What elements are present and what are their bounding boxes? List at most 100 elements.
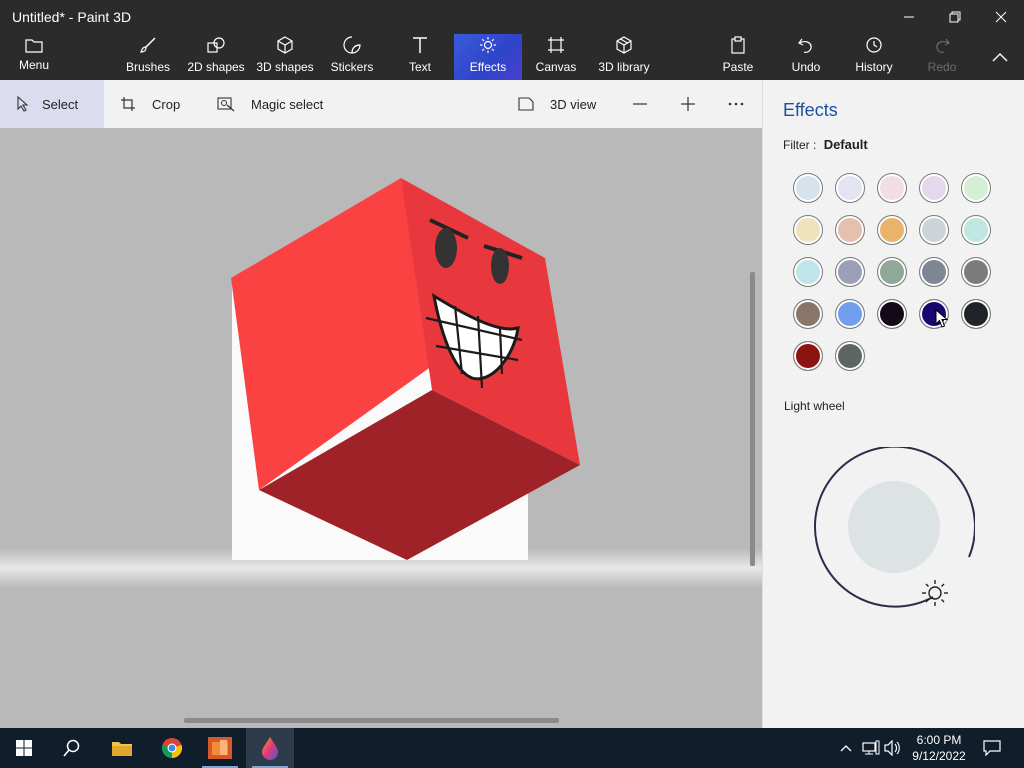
filter-swatch[interactable] xyxy=(919,215,949,245)
filter-label: Filter : xyxy=(783,138,817,152)
filter-swatch[interactable] xyxy=(919,257,949,287)
filter-swatch[interactable] xyxy=(793,173,823,203)
undo-icon xyxy=(797,34,815,56)
filter-swatch[interactable] xyxy=(919,173,949,203)
clock-time: 6:00 PM xyxy=(916,733,962,747)
filter-swatch[interactable] xyxy=(793,215,823,245)
cube-icon xyxy=(276,34,294,56)
crop-tool[interactable]: Crop xyxy=(120,80,180,128)
filter-swatch[interactable] xyxy=(835,257,865,287)
network-button[interactable] xyxy=(860,728,882,768)
search-button[interactable] xyxy=(48,728,96,768)
menu-button[interactable]: Menu xyxy=(10,34,58,80)
folder-icon xyxy=(25,34,43,56)
effects-button[interactable]: Effects xyxy=(454,34,522,80)
light-wheel[interactable] xyxy=(813,447,975,609)
filter-value: Default xyxy=(823,137,868,152)
text-label: Text xyxy=(408,60,431,74)
filter-swatch[interactable] xyxy=(835,215,865,245)
paint-3d-taskbar-button[interactable] xyxy=(246,728,294,768)
file-explorer-icon xyxy=(112,742,132,756)
vertical-scrollbar[interactable] xyxy=(750,272,755,566)
menu-label: Menu xyxy=(18,58,50,72)
select-tool[interactable]: Select xyxy=(0,80,104,128)
canvas-button[interactable]: Canvas xyxy=(534,34,578,80)
filter-swatch[interactable] xyxy=(961,257,991,287)
filter-swatch[interactable] xyxy=(793,341,823,371)
network-icon xyxy=(862,740,880,755)
stickers-button[interactable]: Stickers xyxy=(326,34,378,80)
text-icon xyxy=(412,34,428,56)
canvas-area[interactable] xyxy=(0,128,762,728)
zoom-out-button[interactable] xyxy=(630,80,650,128)
crop-icon xyxy=(120,96,136,112)
collapse-ribbon-button[interactable] xyxy=(986,34,1014,80)
3d-view-label: 3D view xyxy=(550,96,597,112)
chevron-up-icon xyxy=(992,53,1008,62)
2d-shapes-button[interactable]: 2D shapes xyxy=(186,34,246,80)
filter-swatch[interactable] xyxy=(961,299,991,329)
notifications-button[interactable] xyxy=(972,728,1012,768)
filter-swatch[interactable] xyxy=(877,299,907,329)
plus-icon xyxy=(681,97,695,111)
volume-button[interactable] xyxy=(882,728,904,768)
chevron-up-icon xyxy=(840,745,852,752)
3d-shapes-button[interactable]: 3D shapes xyxy=(254,34,316,80)
paste-button[interactable]: Paste xyxy=(716,34,760,80)
chrome-icon xyxy=(161,738,183,759)
minimize-button[interactable] xyxy=(886,0,932,34)
magic-select-icon xyxy=(217,96,235,112)
filter-swatch[interactable] xyxy=(877,257,907,287)
file-explorer-taskbar-button[interactable] xyxy=(98,728,146,768)
red-cube-model[interactable] xyxy=(0,128,762,728)
3d-library-button[interactable]: 3D library xyxy=(592,34,656,80)
redo-button[interactable]: Redo xyxy=(920,34,964,80)
zoom-in-button[interactable] xyxy=(678,80,698,128)
filter-swatch[interactable] xyxy=(835,299,865,329)
close-icon xyxy=(995,11,1007,23)
3d-library-label: 3D library xyxy=(598,60,650,74)
filter-swatch[interactable] xyxy=(835,173,865,203)
light-handle-icon[interactable] xyxy=(922,580,948,606)
restore-button[interactable] xyxy=(932,0,978,34)
restore-icon xyxy=(949,11,961,23)
close-button[interactable] xyxy=(978,0,1024,34)
text-button[interactable]: Text xyxy=(398,34,442,80)
show-hidden-icons-button[interactable] xyxy=(836,728,856,768)
filter-swatch[interactable] xyxy=(793,299,823,329)
minimize-icon xyxy=(904,16,914,18)
window-title: Untitled* - Paint 3D xyxy=(12,9,132,25)
select-label: Select xyxy=(42,96,79,112)
undo-label: Undo xyxy=(791,60,821,74)
search-icon xyxy=(63,739,80,757)
filter-swatch[interactable] xyxy=(877,173,907,203)
redo-icon xyxy=(933,34,951,56)
filter-swatch[interactable] xyxy=(961,173,991,203)
clock-date: 9/12/2022 xyxy=(912,749,966,763)
light-wheel-label: Light wheel xyxy=(784,399,845,413)
chrome-taskbar-button[interactable] xyxy=(148,728,196,768)
filter-swatch[interactable] xyxy=(877,215,907,245)
magic-select-label: Magic select xyxy=(251,96,324,112)
filter-swatch[interactable] xyxy=(793,257,823,287)
ribbon: Menu Brushes 2D shapes 3D shapes Sticker… xyxy=(0,34,1024,80)
3d-shapes-label: 3D shapes xyxy=(256,60,314,74)
paint-3d-icon xyxy=(262,737,278,760)
3d-view-toggle[interactable]: 3D view xyxy=(518,80,596,128)
3d-library-icon xyxy=(615,34,633,56)
history-button[interactable]: History xyxy=(850,34,898,80)
canvas-label: Canvas xyxy=(535,60,577,74)
sticker-icon xyxy=(343,34,361,56)
more-options-button[interactable] xyxy=(726,80,746,128)
magic-select-tool[interactable]: Magic select xyxy=(217,80,323,128)
undo-button[interactable]: Undo xyxy=(784,34,828,80)
horizontal-scrollbar[interactable] xyxy=(184,718,559,723)
filter-swatch[interactable] xyxy=(835,341,865,371)
canvas-icon xyxy=(547,34,565,56)
start-button[interactable] xyxy=(0,728,48,768)
filter-swatch[interactable] xyxy=(961,215,991,245)
system-clock[interactable]: 6:00 PM 9/12/2022 xyxy=(906,732,972,764)
office-taskbar-button[interactable] xyxy=(196,728,244,768)
3d-view-icon xyxy=(518,96,534,112)
brushes-button[interactable]: Brushes xyxy=(120,34,176,80)
